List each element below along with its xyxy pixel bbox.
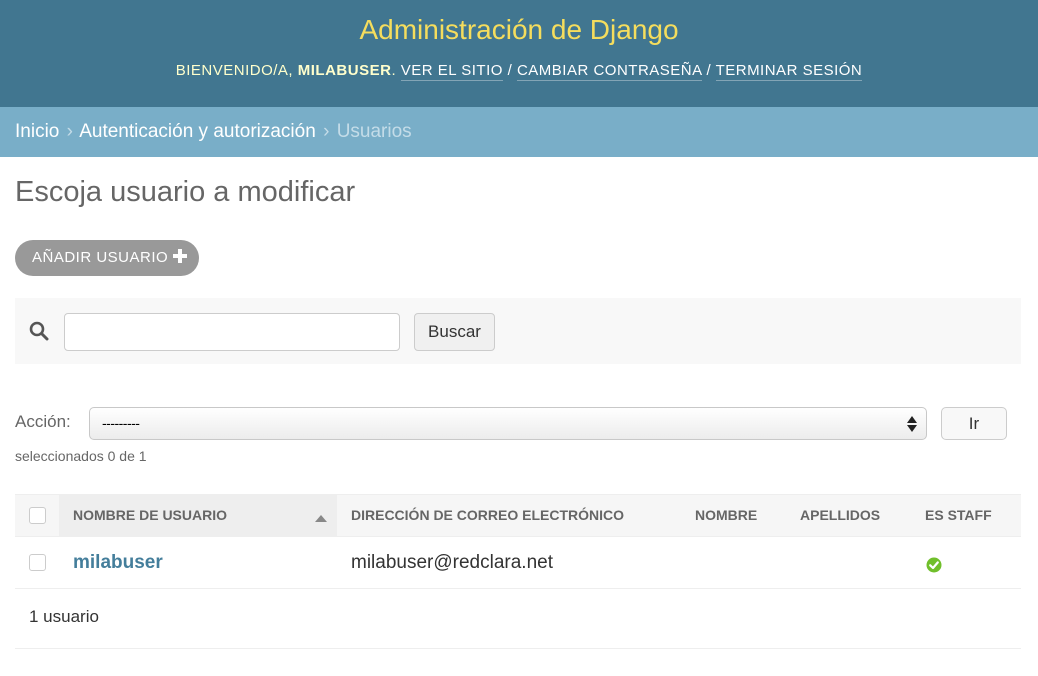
selection-counter: seleccionados 0 de 1: [15, 448, 147, 464]
user-tools: Bienvenido/a, milabuser. Ver el sitio / …: [175, 62, 863, 81]
plus-icon: [173, 249, 187, 263]
email-cell: milabuser@redclara.net: [351, 552, 553, 573]
breadcrumb-separator: ›: [66, 121, 73, 142]
change-password-link[interactable]: Cambiar contraseña: [516, 62, 702, 81]
welcome-text: Bienvenido/a,: [175, 62, 294, 79]
action-label: Acción:: [15, 412, 71, 431]
separator: /: [706, 62, 712, 79]
row-checkbox[interactable]: [29, 554, 46, 571]
results-table: Nombre de usuario Dirección de correo el…: [15, 494, 1021, 649]
add-user-button[interactable]: Añadir usuario: [15, 240, 199, 276]
username-cell: milabuser: [73, 537, 163, 574]
action-select[interactable]: ---------: [89, 407, 927, 440]
paginator: 1 usuario: [15, 589, 1021, 649]
page-title: Escoja usuario a modificar: [15, 176, 356, 208]
check-circle-icon: [926, 557, 942, 573]
search-icon: [29, 321, 49, 341]
header: Administración de Django Bienvenido/a, m…: [0, 0, 1038, 107]
column-header-first-name[interactable]: Nombre: [695, 495, 757, 536]
search-input[interactable]: [64, 313, 400, 351]
table-row: milabuser milabuser@redclara.net: [15, 537, 1021, 589]
sort-ascending-icon[interactable]: [315, 515, 327, 522]
select-all-checkbox[interactable]: [29, 507, 46, 524]
separator: /: [507, 62, 513, 79]
column-header-email[interactable]: Dirección de correo electrónico: [351, 495, 624, 536]
column-header-is-staff[interactable]: Es staff: [925, 495, 992, 536]
go-button[interactable]: Ir: [941, 407, 1007, 440]
breadcrumb-app[interactable]: Autenticación y autorización: [79, 121, 316, 142]
breadcrumb-home[interactable]: Inicio: [15, 121, 59, 142]
username: milabuser: [297, 62, 392, 79]
search-button[interactable]: Buscar: [414, 313, 495, 351]
breadcrumb-current: Usuarios: [336, 121, 412, 142]
add-user-label: Añadir usuario: [32, 249, 169, 266]
breadcrumb: Inicio › Autenticación y autorización › …: [0, 107, 1038, 157]
breadcrumb-separator: ›: [323, 121, 330, 142]
column-header-last-name[interactable]: Apellidos: [800, 495, 880, 536]
logout-link[interactable]: Terminar sesión: [715, 62, 863, 81]
user-link[interactable]: milabuser: [73, 552, 163, 573]
table-header: Nombre de usuario Dirección de correo el…: [15, 494, 1021, 537]
search-toolbar: Buscar: [15, 298, 1021, 364]
site-title[interactable]: Administración de Django: [0, 14, 1038, 46]
action-selected-option: ---------: [102, 415, 140, 431]
column-header-username[interactable]: Nombre de usuario: [59, 495, 337, 536]
select-arrows-icon: [907, 415, 917, 433]
view-site-link[interactable]: Ver el sitio: [400, 62, 503, 81]
